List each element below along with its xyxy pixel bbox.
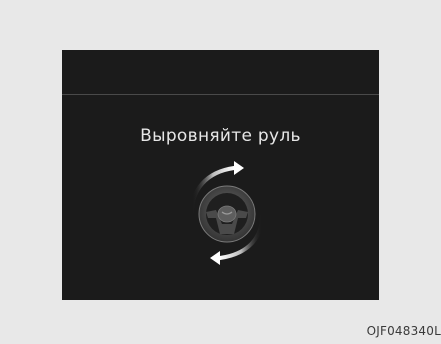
figure-code-label: OJF048340L [366, 324, 441, 338]
display-top-bar [62, 50, 379, 94]
cluster-display: Выровняйте руль [62, 50, 379, 300]
steering-wheel-icon [198, 185, 256, 243]
display-divider [62, 94, 379, 95]
steering-wheel-graphic [190, 161, 264, 265]
warning-message: Выровняйте руль [140, 126, 301, 146]
